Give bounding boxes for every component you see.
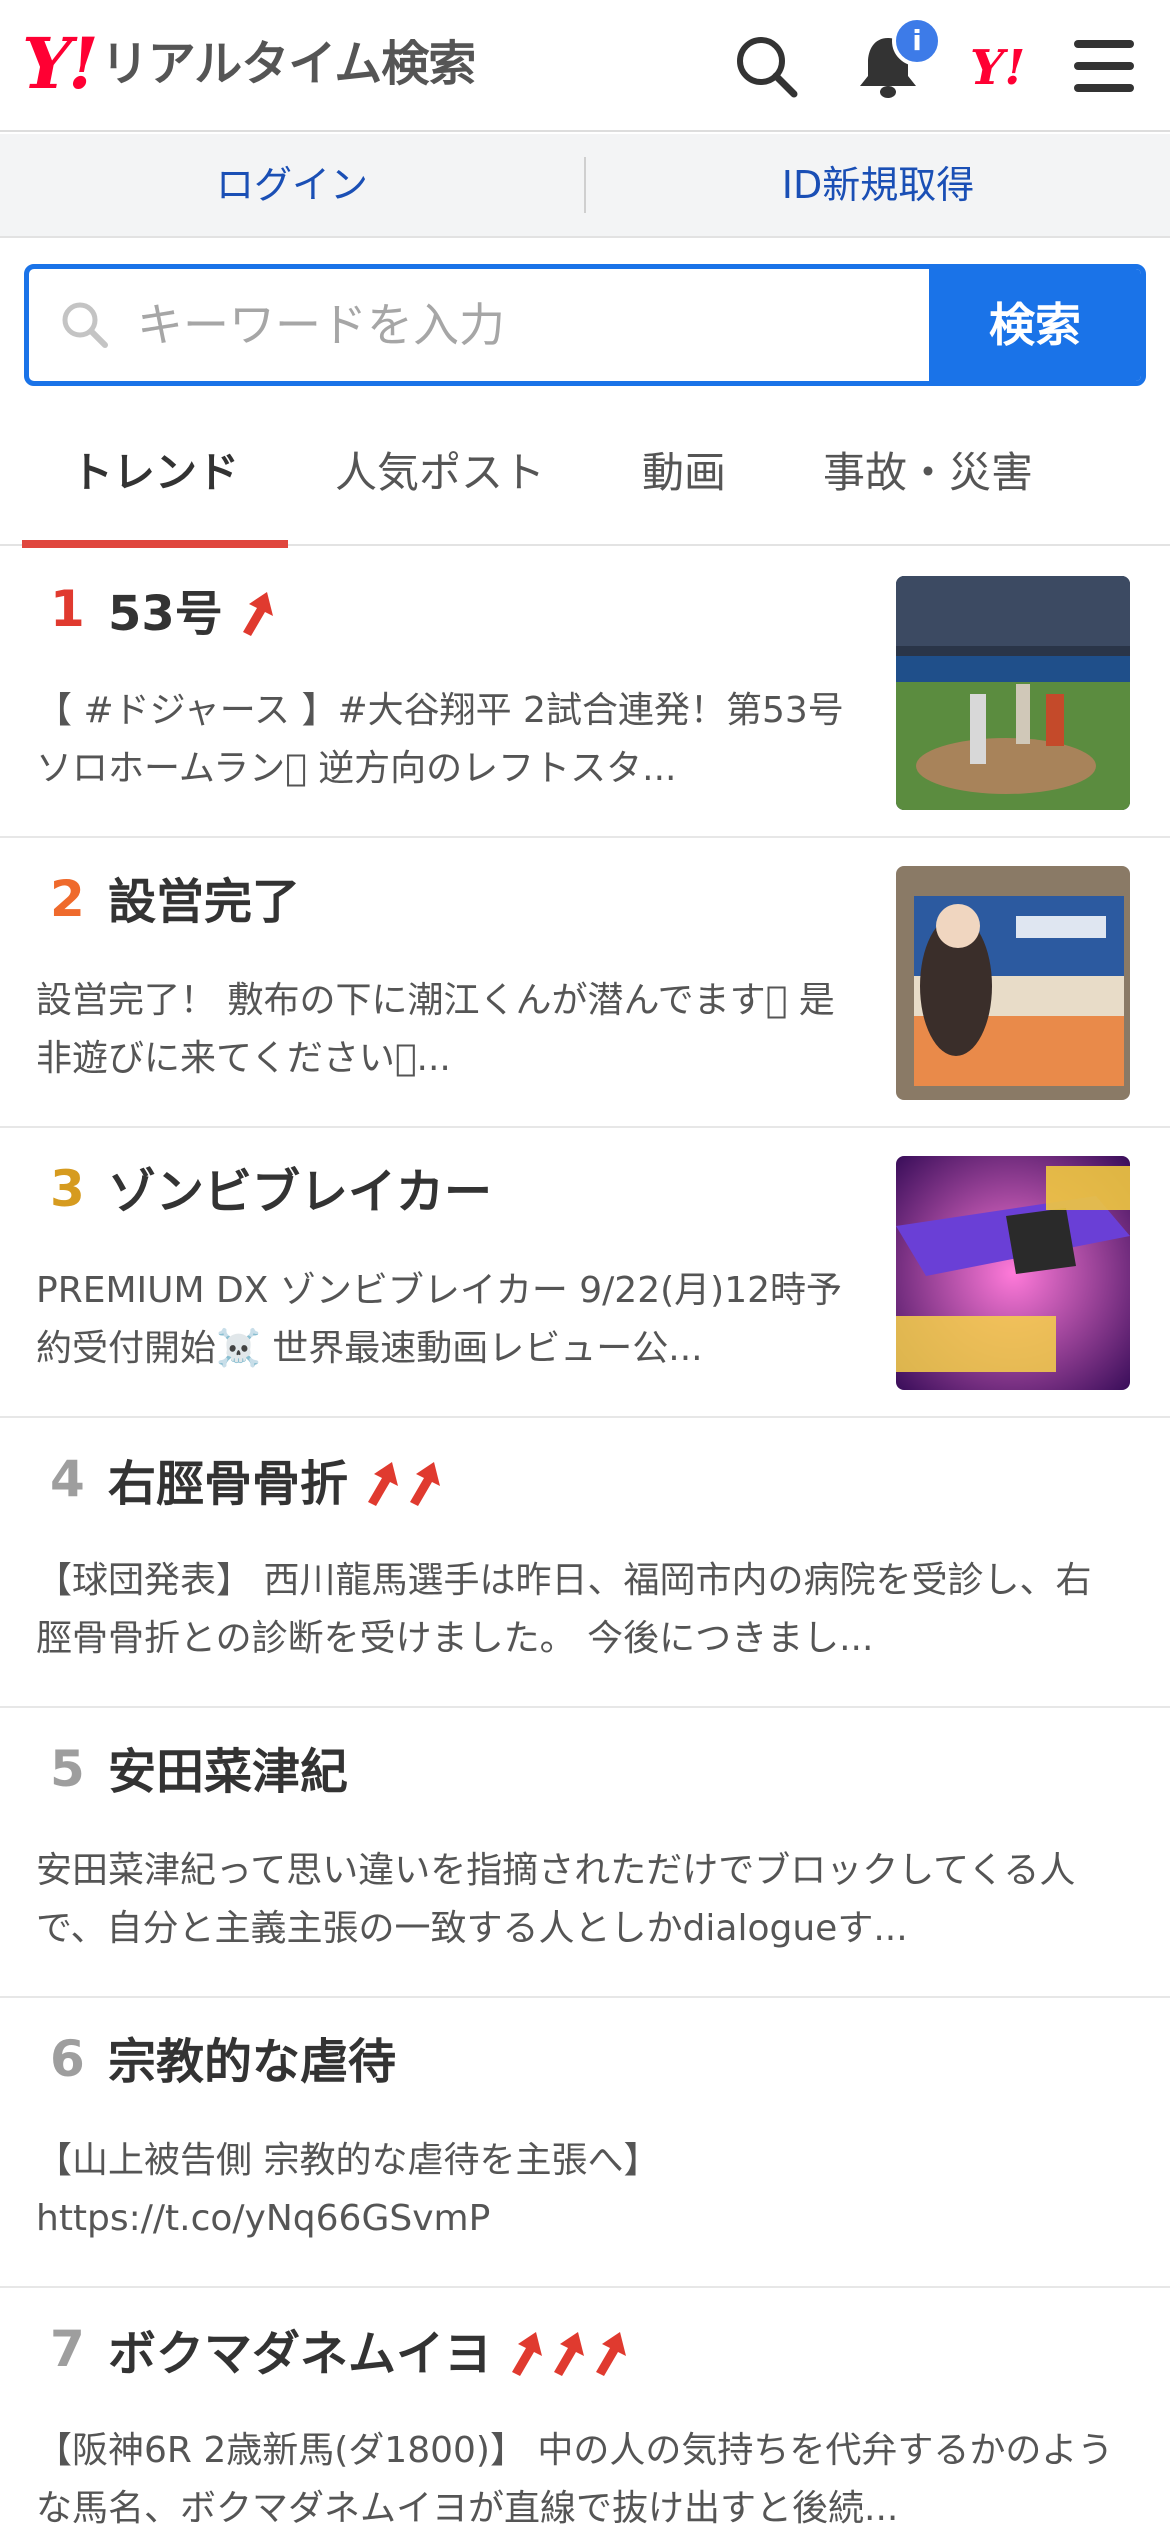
rising-arrows <box>237 588 279 640</box>
trend-title: 安田菜津紀 <box>108 1744 349 1800</box>
baseball-photo-icon <box>896 576 1130 810</box>
tab-trend[interactable]: トレンド <box>22 410 288 548</box>
yahoo-realtime-logo[interactable]: Y! リアルタイム検索 <box>22 22 477 105</box>
rising-arrow-icon <box>368 1462 399 1506</box>
trend-title: 右脛骨骨折 <box>108 1456 349 1512</box>
trend-title-row: ボクマダネムイヨ <box>108 2328 632 2380</box>
login-link[interactable]: ログイン <box>0 133 584 237</box>
trend-title-row: ゾンビブレイカー <box>108 1168 506 1216</box>
trend-title: 設営完了 <box>108 874 301 930</box>
trend-thumbnail[interactable] <box>896 866 1130 1100</box>
toy-sword-promo-icon <box>896 1156 1130 1390</box>
search-field-icon <box>62 302 108 348</box>
trend-title: 53号 <box>108 586 223 642</box>
trend-title-row: 宗教的な虐待 <box>108 2038 410 2086</box>
login-bar: ログイン ID新規取得 <box>0 134 1170 238</box>
rank-number: 6 <box>50 2030 85 2088</box>
rank-number: 5 <box>50 1740 85 1798</box>
trend-description: 【山上被告側 宗教的な虐待を主張へ】 https://t.co/yNq66GSv… <box>36 2140 660 2239</box>
tab-video[interactable]: 動画 <box>604 410 764 546</box>
search-icon[interactable] <box>728 28 804 104</box>
search-box: 検索 <box>24 264 1146 386</box>
rank-number: 4 <box>50 1450 85 1508</box>
trend-item[interactable]: 3 ゾンビブレイカー PREMIUM DX ゾンビブレイカー 9/22(月)12… <box>0 1128 1170 1418</box>
anime-banner-photo-icon <box>896 866 1130 1100</box>
app-header: Y! リアルタイム検索 i Y! <box>0 0 1170 132</box>
trend-thumbnail[interactable] <box>896 576 1130 810</box>
rising-arrow-icon <box>512 2332 543 2376</box>
trend-title-row: 右脛骨骨折 <box>108 1458 446 1510</box>
search-input-wrapper <box>29 269 937 381</box>
trend-title-row: 設営完了 <box>108 878 314 926</box>
trend-item[interactable]: 6 宗教的な虐待 【山上被告側 宗教的な虐待を主張へ】 https://t.co… <box>0 1998 1170 2288</box>
trend-title: ゾンビブレイカー <box>108 1164 493 1220</box>
trend-item[interactable]: 1 53号 【 #ドジャース 】#大谷翔平 2試合連発！第53号ソロホームラン􏰀… <box>0 548 1170 838</box>
trend-item[interactable]: 7 ボクマダネムイヨ 【阪神6R 2歳新馬(ダ1800)】 中の人の気持ちを代弁… <box>0 2288 1170 2532</box>
yahoo-logo-mark: Y! <box>22 22 99 105</box>
trend-description: 【阪神6R 2歳新馬(ダ1800)】 中の人の気持ちを代弁するかのような馬名、ボ… <box>36 2430 1114 2529</box>
yahoo-japan-mark: Y! <box>970 40 1025 96</box>
trend-item[interactable]: 5 安田菜津紀 安田菜津紀って思い違いを指摘されただけでブロックしてくる人で、自… <box>0 1708 1170 1998</box>
menu-icon[interactable] <box>1066 28 1142 104</box>
tab-bar: トレンド 人気ポスト 動画 事故・災害 <box>0 410 1170 548</box>
trend-description: 【球団発表】 西川龍馬選手は昨日、福岡市内の病院を受診し、右脛骨骨折との診断を受… <box>36 1560 1092 1659</box>
rank-number: 7 <box>50 2320 85 2378</box>
rising-arrow-icon <box>554 2332 585 2376</box>
trend-list: 1 53号 【 #ドジャース 】#大谷翔平 2試合連発！第53号ソロホームラン􏰀… <box>0 548 1170 2532</box>
rank-number: 2 <box>50 870 85 928</box>
search-button[interactable]: 検索 <box>929 269 1141 381</box>
rising-arrows <box>506 2328 632 2380</box>
notification-badge: i <box>892 16 942 66</box>
yahoo-japan-icon[interactable]: Y! <box>966 28 1050 104</box>
rising-arrow-icon <box>596 2332 627 2376</box>
rank-number: 3 <box>50 1160 85 1218</box>
trend-title: ボクマダネムイヨ <box>108 2326 493 2382</box>
trend-description: 【 #ドジャース 】#大谷翔平 2試合連発！第53号ソロホームラン􏰀 逆方向のレ… <box>36 690 844 789</box>
trend-thumbnail[interactable] <box>896 1156 1130 1390</box>
trend-description: 安田菜津紀って思い違いを指摘されただけでブロックしてくる人で、自分と主義主張の一… <box>36 1850 1076 1949</box>
rising-arrow-icon <box>242 592 273 636</box>
trend-title: 宗教的な虐待 <box>108 2034 397 2090</box>
tab-popular-posts[interactable]: 人気ポスト <box>310 410 570 546</box>
trend-item[interactable]: 4 右脛骨骨折 【球団発表】 西川龍馬選手は昨日、福岡市内の病院を受診し、右脛骨… <box>0 1418 1170 1708</box>
trend-description: 設営完了！ 敷布の下に潮江くんが潜んでます􏰀 是非遊びに来てください􏰀... <box>36 980 835 1079</box>
tab-accident-disaster[interactable]: 事故・災害 <box>800 410 1056 546</box>
rising-arrows <box>362 1458 446 1510</box>
search-input[interactable] <box>137 269 937 381</box>
trend-title-row: 53号 <box>108 588 279 640</box>
rising-arrow-icon <box>410 1462 441 1506</box>
logo-title: リアルタイム検索 <box>100 36 477 92</box>
trend-title-row: 安田菜津紀 <box>108 1748 362 1796</box>
rank-number: 1 <box>50 580 85 638</box>
trend-item[interactable]: 2 設営完了 設営完了！ 敷布の下に潮江くんが潜んでます􏰀 是非遊びに来てくださ… <box>0 838 1170 1128</box>
trend-description: PREMIUM DX ゾンビブレイカー 9/22(月)12時予約受付開始☠️ 世… <box>36 1270 843 1369</box>
register-link[interactable]: ID新規取得 <box>586 133 1170 237</box>
